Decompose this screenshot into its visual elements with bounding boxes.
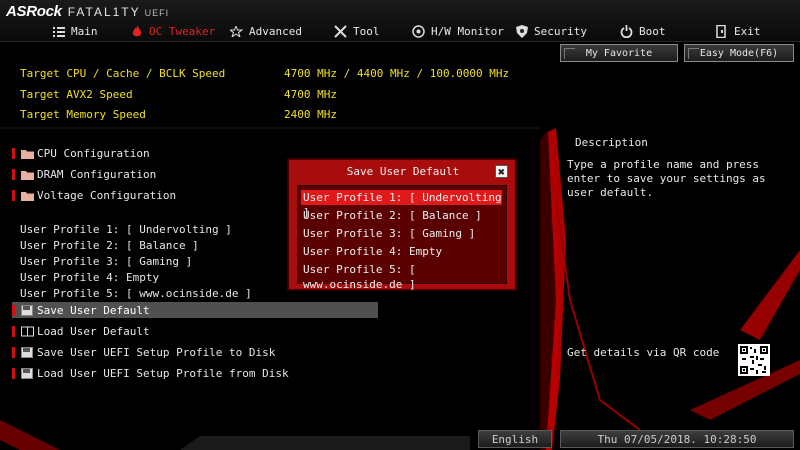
menu-label: DRAM Configuration [37, 167, 157, 181]
brand-name: ASRock [6, 3, 62, 20]
tab-label: Advanced [249, 24, 302, 38]
brand-series: FATAL1TY [67, 5, 141, 19]
menu-save-user-default[interactable]: Save User Default [12, 302, 378, 318]
description-panel: Description Type a profile name and pres… [548, 130, 800, 426]
tab-label: Security [534, 24, 587, 38]
dialog-option-profile-5[interactable]: User Profile 5: [ www.ocinside.de ] [301, 262, 502, 291]
shield-icon [515, 24, 528, 38]
spec-row-cpu: Target CPU / Cache / BCLK Speed 4700 MHz… [20, 67, 540, 81]
folder-icon [21, 169, 34, 180]
selection-bar [12, 168, 15, 180]
spec-label: Target Memory Speed [20, 108, 146, 121]
main-tabs: Main OC Tweaker Advanced Tool H/W Monito… [0, 22, 800, 40]
spec-row-avx2: Target AVX2 Speed 4700 MHz [20, 88, 540, 102]
tools-icon [334, 24, 347, 38]
my-favorite-button[interactable]: My Favorite [560, 44, 678, 62]
power-icon [620, 24, 633, 38]
tab-hw-monitor[interactable]: H/W Monitor [412, 22, 504, 40]
save-disk-icon [21, 346, 34, 358]
menu-load-profile-from-disk[interactable]: Load User UEFI Setup Profile from Disk [12, 365, 378, 381]
selection-bar [12, 304, 15, 316]
dialog-option-profile-3[interactable]: User Profile 3: [ Gaming ] [301, 226, 502, 241]
dialog-option-profile-1[interactable]: User Profile 1: [ Undervolting ] [301, 190, 502, 219]
description-title: Description [575, 136, 648, 149]
spec-label: Target AVX2 Speed [20, 88, 133, 101]
qr-code-icon [740, 346, 768, 374]
menu-save-profile-to-disk[interactable]: Save User UEFI Setup Profile to Disk [12, 344, 378, 360]
load-disk-icon [21, 367, 34, 379]
profile-line-5: User Profile 5: [ www.ocinside.de ] [20, 287, 252, 300]
language-button[interactable]: English [478, 430, 552, 448]
profile-line-4: User Profile 4: Empty [20, 271, 160, 284]
tab-advanced[interactable]: Advanced [230, 22, 302, 40]
spec-value: 4700 MHz [284, 88, 337, 101]
selection-bar [12, 147, 15, 159]
folder-icon [21, 148, 34, 159]
menu-label: CPU Configuration [37, 146, 150, 160]
menu-label: Save User UEFI Setup Profile to Disk [37, 345, 276, 359]
menu-load-user-default[interactable]: Load User Default [12, 323, 378, 339]
selection-bar [12, 346, 15, 358]
brand-logo: ASRock FATAL1TY UEFI [6, 3, 170, 20]
dialog-option-profile-2[interactable]: User Profile 2: [ Balance ] [301, 208, 502, 223]
spec-row-memory: Target Memory Speed 2400 MHz [20, 108, 540, 122]
selection-bar [12, 325, 15, 337]
menu-label: Load User UEFI Setup Profile from Disk [37, 366, 289, 380]
tab-label: Boot [639, 24, 666, 38]
tab-oc-tweaker[interactable]: OC Tweaker [130, 22, 215, 40]
dialog-options-list: User Profile 1: [ Undervolting ] User Pr… [297, 185, 507, 291]
qr-code[interactable] [738, 344, 770, 376]
tab-label: Tool [353, 24, 380, 38]
list-icon [52, 25, 65, 38]
save-user-default-dialog: Save User Default ✖ User Profile 1: [ Un… [288, 159, 516, 291]
dialog-option-profile-4[interactable]: User Profile 4: Empty [301, 244, 502, 259]
tab-tool[interactable]: Tool [334, 22, 380, 40]
spec-value: 4700 MHz / 4400 MHz / 100.0000 MHz [284, 67, 510, 80]
easy-mode-button[interactable]: Easy Mode(F6) [684, 44, 794, 62]
spec-value: 2400 MHz [284, 108, 337, 121]
spec-label: Target CPU / Cache / BCLK Speed [20, 67, 226, 80]
dialog-title: Save User Default [346, 165, 460, 178]
tab-main[interactable]: Main [52, 22, 98, 40]
selection-bar [12, 367, 15, 379]
load-icon [21, 326, 34, 337]
description-text: Type a profile name and press enter to s… [567, 158, 766, 199]
selection-bar [12, 189, 15, 201]
tab-label: H/W Monitor [431, 24, 504, 38]
star-icon [230, 25, 243, 38]
profile-line-2: User Profile 2: [ Balance ] [20, 239, 199, 252]
folder-icon [21, 190, 34, 201]
save-icon [21, 304, 34, 316]
exit-icon [715, 24, 728, 38]
menu-label: Load User Default [37, 324, 150, 338]
tab-security[interactable]: Security [515, 22, 587, 40]
brand-suffix: UEFI [144, 8, 170, 18]
tab-exit[interactable]: Exit [715, 22, 761, 40]
tab-label: Main [71, 24, 98, 38]
tab-label: Exit [734, 24, 761, 38]
tab-boot[interactable]: Boot [620, 22, 666, 40]
top-navigation-bar: ASRock FATAL1TY UEFI Main OC Tweaker Adv… [0, 0, 800, 42]
qr-caption: Get details via QR code [567, 346, 720, 359]
flame-icon [130, 24, 143, 38]
tab-label: OC Tweaker [149, 24, 216, 38]
profile-line-3: User Profile 3: [ Gaming ] [20, 255, 193, 268]
datetime-display: Thu 07/05/2018. 10:28:50 [560, 430, 794, 448]
menu-label: Save User Default [37, 303, 150, 317]
menu-label: Voltage Configuration [37, 188, 177, 202]
close-icon[interactable]: ✖ [495, 165, 508, 178]
profile-line-1: User Profile 1: [ Undervolting ] [20, 223, 232, 236]
monitor-icon [412, 24, 425, 38]
